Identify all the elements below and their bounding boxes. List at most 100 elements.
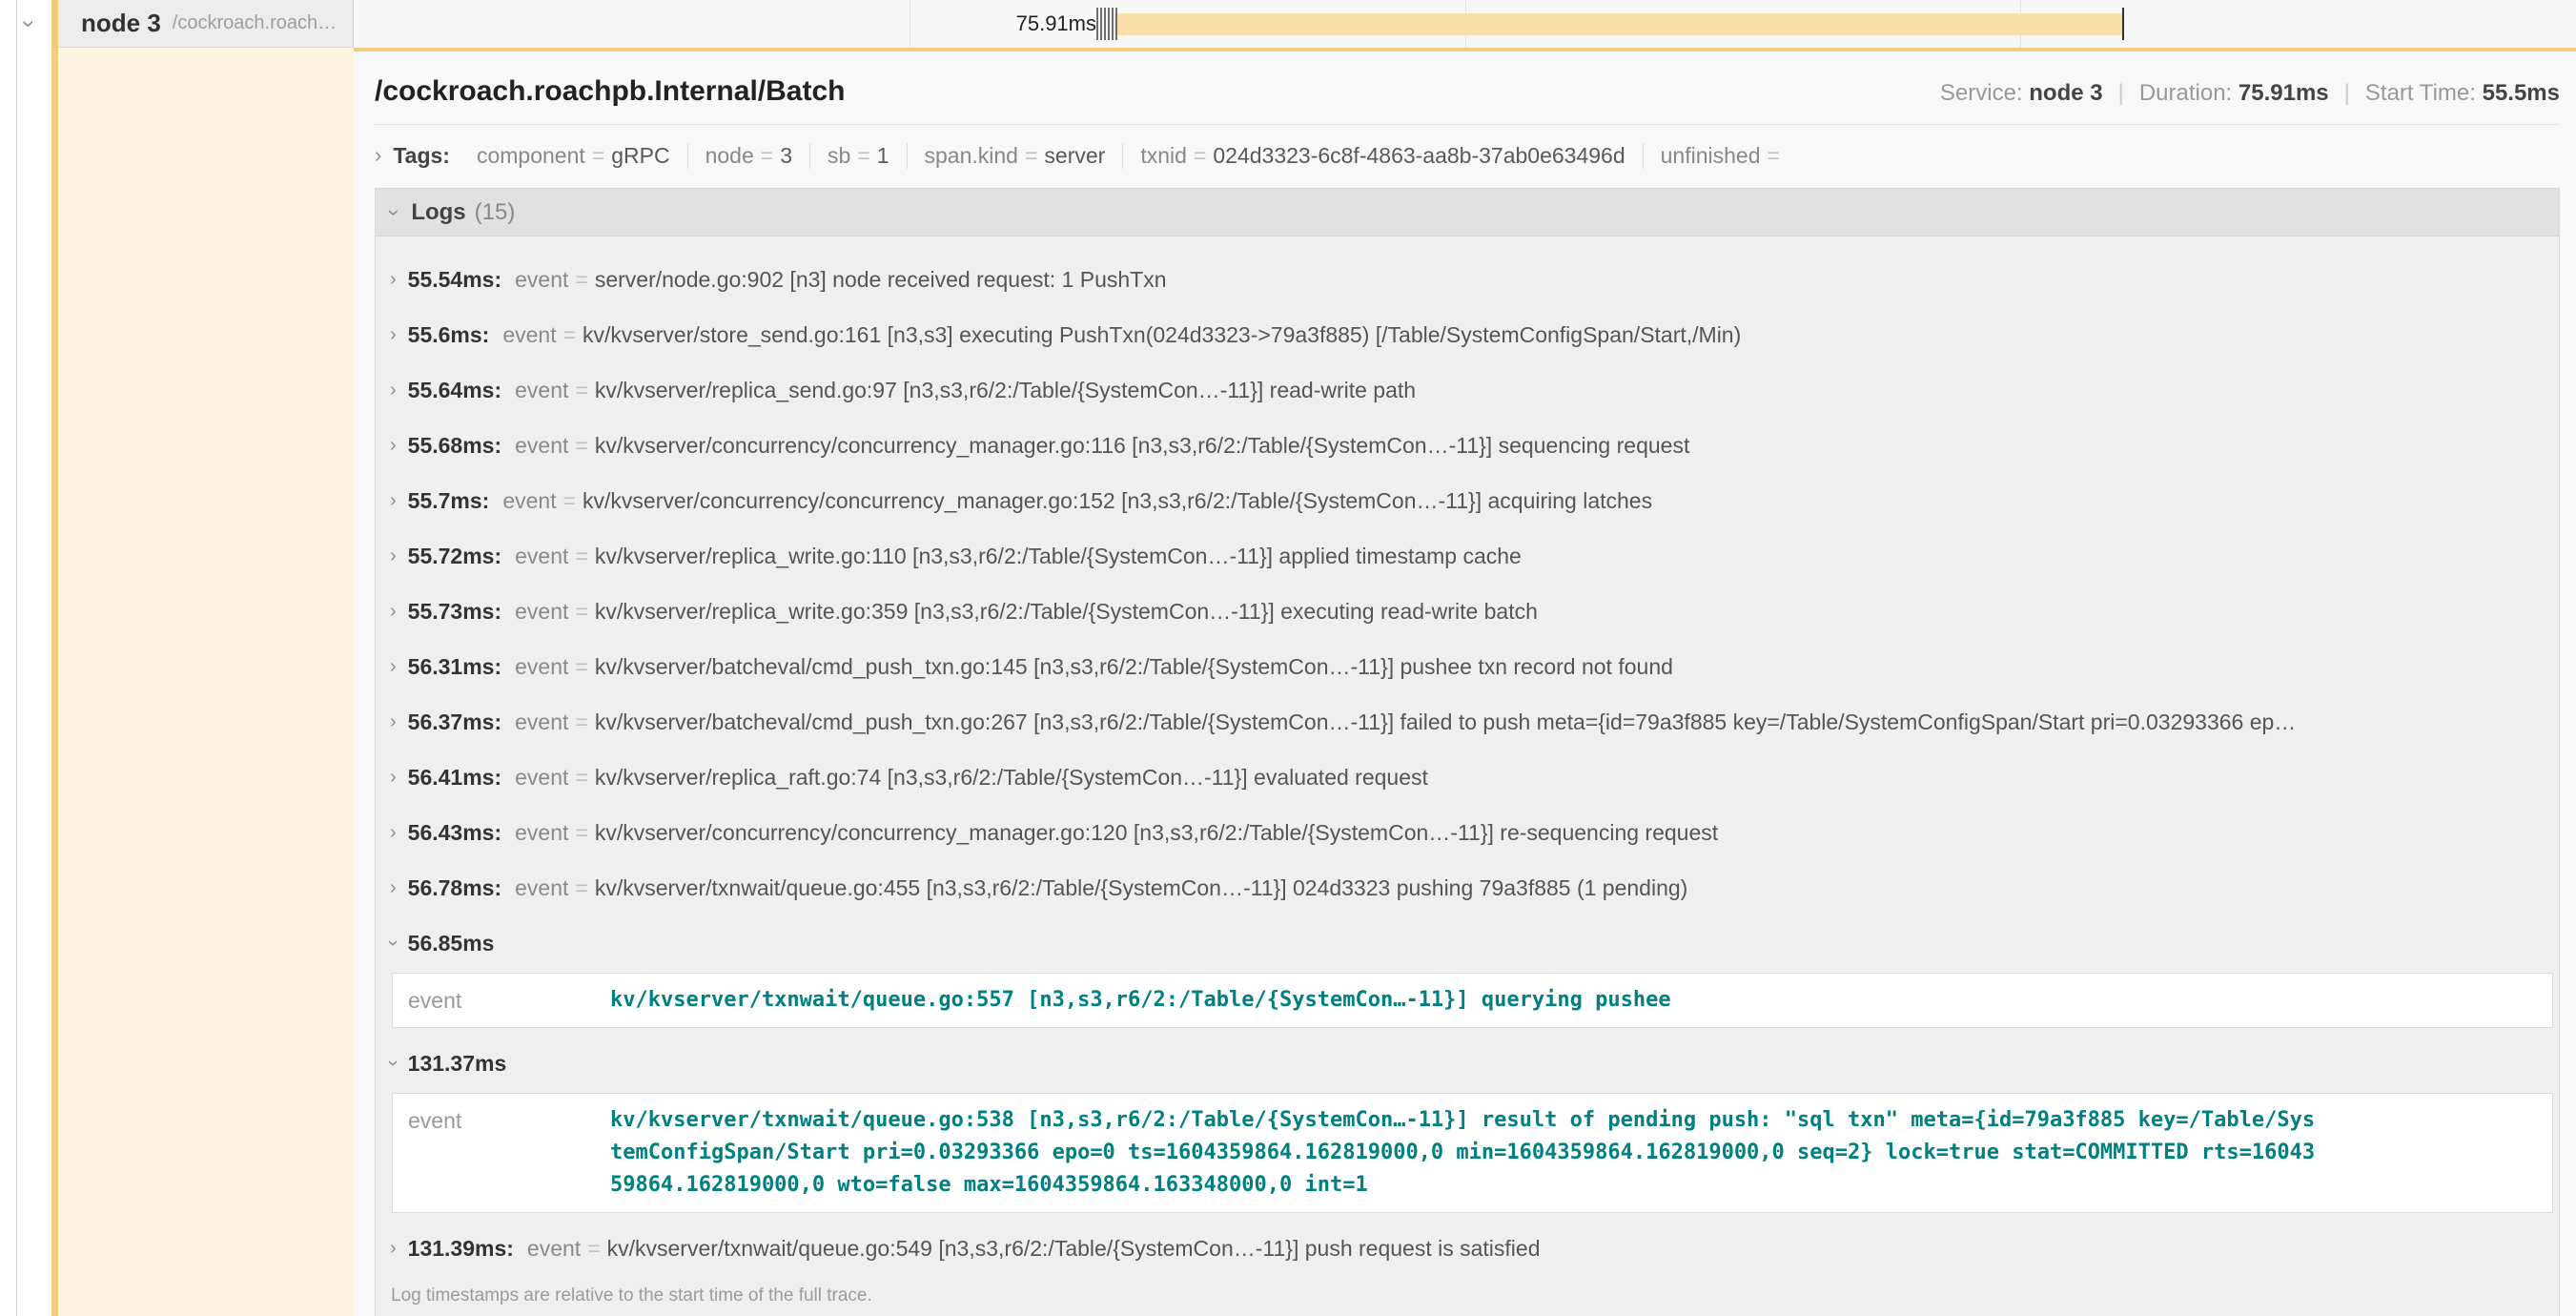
equals-sign: = bbox=[575, 267, 587, 293]
log-timestamp: 131.39ms: bbox=[408, 1236, 514, 1262]
chevron-right-icon: › bbox=[390, 767, 397, 788]
chevron-right-icon: › bbox=[390, 380, 397, 401]
equals-sign: = bbox=[575, 599, 587, 625]
equals-sign: = bbox=[575, 765, 587, 791]
log-row[interactable]: › 56.43ms: event = kv/kvserver/concurren… bbox=[376, 805, 2559, 860]
log-timestamp: 56.37ms: bbox=[408, 709, 501, 735]
span-timeline[interactable]: 75.91ms bbox=[354, 0, 2576, 48]
log-field: event bbox=[515, 599, 568, 625]
log-timestamp: 56.85ms bbox=[408, 931, 495, 956]
log-value: kv/kvserver/replica_write.go:359 [n3,s3,… bbox=[595, 599, 1538, 625]
detail-row-tint bbox=[58, 48, 354, 1316]
log-timestamp: 56.41ms: bbox=[408, 765, 501, 791]
tag-item: component=gRPC bbox=[460, 143, 688, 169]
log-value: kv/kvserver/concurrency/concurrency_mana… bbox=[595, 433, 1689, 459]
span-duration-label: 75.91ms bbox=[934, 11, 1096, 36]
log-marker-ticks bbox=[1096, 8, 1117, 40]
log-value-mono: kv/kvserver/txnwait/queue.go:557 [n3,s3,… bbox=[610, 984, 1671, 1017]
log-field: event bbox=[393, 1104, 610, 1137]
chevron-down-icon: › bbox=[382, 940, 403, 947]
service-label: Service: bbox=[1940, 80, 2023, 106]
log-field: event bbox=[515, 654, 568, 680]
logs-accordion: › Logs (15) › 55.54ms: event = server/no… bbox=[375, 188, 2560, 1316]
log-row[interactable]: › 55.72ms: event = kv/kvserver/replica_w… bbox=[376, 528, 2559, 584]
gutter-divider bbox=[16, 0, 17, 1316]
log-marker-end-tick bbox=[2122, 8, 2124, 40]
page-title: /cockroach.roachpb.Internal/Batch bbox=[375, 74, 845, 109]
start-time-value: 55.5ms bbox=[2483, 80, 2560, 106]
log-row-expanded-header[interactable]: › 56.85ms bbox=[376, 915, 2559, 971]
chevron-right-icon: › bbox=[390, 601, 397, 622]
log-row[interactable]: › 55.68ms: event = kv/kvserver/concurren… bbox=[376, 418, 2559, 473]
equals-sign: = bbox=[575, 820, 587, 846]
log-row[interactable]: › 56.41ms: event = kv/kvserver/replica_r… bbox=[376, 750, 2559, 805]
log-value: kv/kvserver/replica_write.go:110 [n3,s3,… bbox=[595, 544, 1522, 569]
log-timestamp: 55.68ms: bbox=[408, 433, 501, 459]
log-value: kv/kvserver/batcheval/cmd_push_txn.go:14… bbox=[595, 654, 1673, 680]
log-timestamp: 55.73ms: bbox=[408, 599, 501, 625]
log-timestamp: 56.31ms: bbox=[408, 654, 501, 680]
duration-value: 75.91ms bbox=[2239, 80, 2329, 106]
tag-list: component=gRPC node=3 sb=1 span.kind=ser… bbox=[460, 143, 1804, 169]
log-row[interactable]: › 55.6ms: event = kv/kvserver/store_send… bbox=[376, 307, 2559, 362]
equals-sign: = bbox=[575, 378, 587, 403]
span-operation-name: /cockroach.roach… bbox=[173, 12, 337, 34]
tag-item: sb=1 bbox=[810, 143, 908, 169]
tag-item: txnid=024d3323-6c8f-4863-aa8b-37ab0e6349… bbox=[1123, 143, 1643, 169]
chevron-right-icon: › bbox=[390, 1238, 397, 1259]
meta-divider: | bbox=[2118, 80, 2124, 106]
log-row[interactable]: › 56.37ms: event = kv/kvserver/batcheval… bbox=[376, 694, 2559, 750]
equals-sign: = bbox=[575, 875, 587, 901]
log-field: event bbox=[502, 322, 556, 348]
log-row[interactable]: › 131.39ms: event = kv/kvserver/txnwait/… bbox=[376, 1221, 2559, 1276]
log-value: kv/kvserver/txnwait/queue.go:455 [n3,s3,… bbox=[595, 875, 1688, 901]
tag-item: unfinished= bbox=[1644, 143, 1804, 169]
chevron-right-icon: › bbox=[390, 324, 397, 345]
log-value: kv/kvserver/replica_raft.go:74 [n3,s3,r6… bbox=[595, 765, 1428, 791]
logs-count: (15) bbox=[475, 199, 516, 226]
meta-divider: | bbox=[2344, 80, 2350, 106]
chevron-right-icon: › bbox=[390, 711, 397, 732]
span-meta: Service: node 3|Duration: 75.91ms|Start … bbox=[1940, 80, 2560, 107]
collapse-chevron-icon[interactable]: › bbox=[17, 20, 40, 28]
log-timestamp: 55.72ms: bbox=[408, 544, 501, 569]
logs-accordion-header[interactable]: › Logs (15) bbox=[376, 189, 2559, 236]
log-field: event bbox=[515, 433, 568, 459]
log-field: event bbox=[515, 378, 568, 403]
logs-title: Logs bbox=[411, 199, 465, 226]
log-row[interactable]: › 56.78ms: event = kv/kvserver/txnwait/q… bbox=[376, 860, 2559, 915]
log-value: kv/kvserver/store_send.go:161 [n3,s3] ex… bbox=[583, 322, 1741, 348]
log-event-box: event kv/kvserver/txnwait/queue.go:538 [… bbox=[392, 1093, 2553, 1213]
chevron-right-icon: › bbox=[375, 145, 381, 166]
log-field: event bbox=[515, 765, 568, 791]
span-bar[interactable] bbox=[1114, 13, 2122, 35]
log-row[interactable]: › 55.54ms: event = server/node.go:902 [n… bbox=[376, 252, 2559, 307]
chevron-right-icon: › bbox=[390, 877, 397, 898]
log-row[interactable]: › 56.31ms: event = kv/kvserver/batcheval… bbox=[376, 639, 2559, 694]
tags-accordion-toggle[interactable]: › Tags: component=gRPC node=3 sb=1 span.… bbox=[375, 134, 2560, 176]
log-timestamp: 55.54ms: bbox=[408, 267, 501, 293]
log-timestamp: 55.7ms: bbox=[408, 488, 490, 514]
span-row[interactable]: node 3 /cockroach.roach… bbox=[58, 0, 354, 48]
log-row[interactable]: › 55.7ms: event = kv/kvserver/concurrenc… bbox=[376, 473, 2559, 528]
log-value-mono: kv/kvserver/txnwait/queue.go:538 [n3,s3,… bbox=[610, 1104, 2317, 1202]
duration-label: Duration: bbox=[2139, 80, 2232, 106]
log-value: kv/kvserver/replica_send.go:97 [n3,s3,r6… bbox=[595, 378, 1416, 403]
log-row[interactable]: › 55.64ms: event = kv/kvserver/replica_s… bbox=[376, 362, 2559, 418]
log-value: kv/kvserver/concurrency/concurrency_mana… bbox=[595, 820, 1718, 846]
equals-sign: = bbox=[575, 544, 587, 569]
equals-sign: = bbox=[575, 709, 587, 735]
log-field: event bbox=[515, 709, 568, 735]
title-divider bbox=[375, 124, 2560, 125]
chevron-down-icon: › bbox=[382, 1060, 403, 1067]
log-timestamp: 56.43ms: bbox=[408, 820, 501, 846]
log-timestamp: 55.6ms: bbox=[408, 322, 490, 348]
log-row-expanded-header[interactable]: › 131.37ms bbox=[376, 1036, 2559, 1091]
log-row[interactable]: › 55.73ms: event = kv/kvserver/replica_w… bbox=[376, 584, 2559, 639]
log-field: event bbox=[502, 488, 556, 514]
detail-header: /cockroach.roachpb.Internal/Batch Servic… bbox=[375, 74, 2560, 109]
log-timestamp: 56.78ms: bbox=[408, 875, 501, 901]
log-value: kv/kvserver/txnwait/queue.go:549 [n3,s3,… bbox=[607, 1236, 1541, 1262]
tags-label: Tags: bbox=[393, 143, 450, 169]
chevron-right-icon: › bbox=[390, 545, 397, 566]
